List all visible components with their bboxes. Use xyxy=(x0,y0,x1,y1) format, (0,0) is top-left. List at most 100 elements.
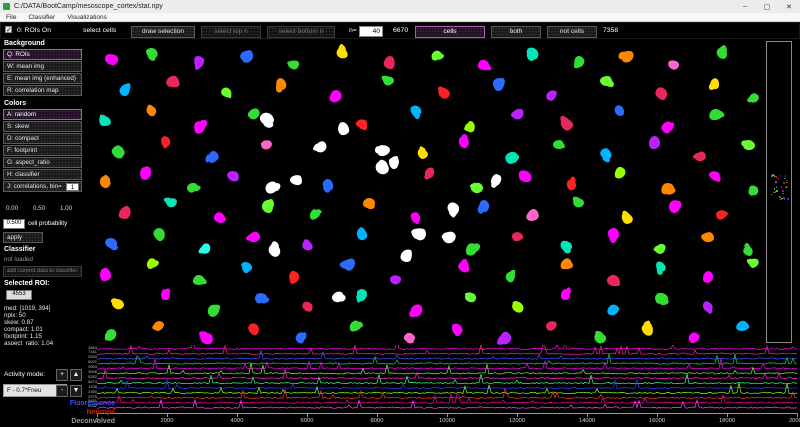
roi-blob[interactable] xyxy=(558,238,574,253)
roi-blob-selected[interactable] xyxy=(267,242,283,259)
roi-blob[interactable] xyxy=(503,149,520,166)
roi-blob[interactable] xyxy=(667,59,681,72)
roi-blob[interactable] xyxy=(239,48,256,65)
roi-blob[interactable] xyxy=(477,59,491,72)
sidebar-button-h-classifier[interactable]: H: classifier xyxy=(3,169,82,180)
roi-blob[interactable] xyxy=(693,150,707,164)
draw-selection-button[interactable]: draw selection xyxy=(131,26,195,38)
roi-blob[interactable] xyxy=(600,76,612,86)
roi-blob[interactable] xyxy=(246,321,261,336)
roi-blob[interactable] xyxy=(511,231,524,242)
select-top-button[interactable]: select top n xyxy=(201,26,261,38)
roi-blob[interactable] xyxy=(105,54,118,65)
roi-blob[interactable] xyxy=(288,60,300,71)
roi-blob[interactable] xyxy=(436,85,452,101)
roi-blob[interactable] xyxy=(654,260,667,274)
cell-probability-spinbox[interactable]: 0.500 xyxy=(3,219,25,229)
roi-blob[interactable] xyxy=(560,289,570,300)
roi-blob[interactable] xyxy=(598,146,614,162)
add-data-to-classifier-button[interactable]: add current data to classifier xyxy=(3,266,82,277)
trace-up-button[interactable]: ▲ xyxy=(70,369,82,381)
roi-blob[interactable] xyxy=(239,260,253,274)
roi-blob[interactable] xyxy=(261,139,273,149)
roi-blob[interactable] xyxy=(165,74,180,88)
roi-blob[interactable] xyxy=(492,78,504,92)
roi-blob[interactable] xyxy=(205,302,221,319)
roi-blob[interactable] xyxy=(262,200,273,213)
sidebar-button-g-aspect-ratio[interactable]: G: aspect_ratio xyxy=(3,157,82,168)
apply-button[interactable]: apply xyxy=(3,232,43,243)
roi-blob[interactable] xyxy=(144,45,160,61)
roi-blob[interactable] xyxy=(159,288,171,301)
roi-blob-selected[interactable] xyxy=(400,248,415,264)
roi-blob[interactable] xyxy=(505,270,517,283)
roi-blob[interactable] xyxy=(619,211,634,227)
roi-blob[interactable] xyxy=(193,120,207,135)
both-button[interactable]: both xyxy=(491,26,541,38)
roi-blob[interactable] xyxy=(517,168,534,184)
roi-blob[interactable] xyxy=(356,288,368,301)
roi-blob[interactable] xyxy=(295,331,307,344)
roi-blob[interactable] xyxy=(104,236,119,250)
roi-blob[interactable] xyxy=(715,46,729,61)
sidebar-button-e-mean-img-enhanced[interactable]: E: mean img (enhanced) xyxy=(3,73,82,84)
sidebar-button-j-correlations-bin[interactable]: J: correlations, bin=1 xyxy=(3,181,82,192)
close-button[interactable]: ✕ xyxy=(778,0,800,13)
roi-blob[interactable] xyxy=(389,274,402,285)
minimize-button[interactable]: – xyxy=(734,0,756,13)
select-bottom-button[interactable]: select bottom n xyxy=(267,26,335,38)
n-input[interactable] xyxy=(359,26,383,37)
roi-blob-selected[interactable] xyxy=(490,173,502,187)
roi-blob[interactable] xyxy=(748,92,761,105)
correlations-bin-spinbox[interactable]: 1 xyxy=(66,183,79,191)
roi-blob[interactable] xyxy=(606,273,622,288)
roi-blob[interactable] xyxy=(660,181,675,195)
roi-blob[interactable] xyxy=(356,227,369,241)
roi-blob[interactable] xyxy=(709,78,719,90)
roi-blob[interactable] xyxy=(383,55,397,70)
roi-blob[interactable] xyxy=(219,86,233,100)
zoom-in-button[interactable]: + xyxy=(56,369,68,381)
roi-blob[interactable] xyxy=(641,321,655,336)
roi-blob[interactable] xyxy=(348,318,363,332)
roi-blob-selected[interactable] xyxy=(338,122,350,136)
roi-blob[interactable] xyxy=(572,55,586,70)
roi-blob[interactable] xyxy=(735,320,749,332)
roi-blob[interactable] xyxy=(199,331,214,345)
roi-blob[interactable] xyxy=(98,115,111,127)
sidebar-button-a-random[interactable]: A: random xyxy=(3,109,82,120)
roi-blob[interactable] xyxy=(544,88,558,102)
roi-blob[interactable] xyxy=(653,85,670,102)
fluorescence-traces[interactable] xyxy=(97,345,798,412)
roi-blob[interactable] xyxy=(246,230,261,244)
menu-item-visualizations[interactable]: Visualizations xyxy=(61,14,113,21)
roi-blob[interactable] xyxy=(105,328,117,341)
sidebar-button-w-mean-img[interactable]: W: mean img xyxy=(3,61,82,72)
roi-blob[interactable] xyxy=(566,178,578,191)
roi-blob-selected[interactable] xyxy=(263,179,280,196)
roi-blob[interactable] xyxy=(409,104,423,119)
roi-blob[interactable] xyxy=(524,45,540,62)
roi-blob[interactable] xyxy=(144,257,158,271)
roi-blob[interactable] xyxy=(100,268,111,281)
sidebar-button-f-footprint[interactable]: F: footprint xyxy=(3,145,82,156)
roi-blob[interactable] xyxy=(341,257,358,274)
roi-blob[interactable] xyxy=(151,318,165,332)
roi-blob-selected[interactable] xyxy=(377,145,390,156)
roi-blob[interactable] xyxy=(470,181,485,195)
roi-blob[interactable] xyxy=(110,297,125,312)
roi-blob-selected[interactable] xyxy=(389,157,400,169)
roi-blob[interactable] xyxy=(409,302,426,319)
roi-blob[interactable] xyxy=(194,56,205,69)
sidebar-button-r-correlation-map[interactable]: R: correlation map xyxy=(3,85,82,96)
roi-blob[interactable] xyxy=(321,177,335,192)
roi-blob[interactable] xyxy=(193,274,206,285)
roi-blob[interactable] xyxy=(714,208,728,221)
roi-blob[interactable] xyxy=(613,104,625,117)
roi-blob-selected[interactable] xyxy=(258,110,276,128)
roi-blob[interactable] xyxy=(478,200,490,213)
roi-blob[interactable] xyxy=(497,330,513,345)
roi-blob[interactable] xyxy=(152,226,167,242)
roi-blob-selected[interactable] xyxy=(289,174,302,185)
roi-blob[interactable] xyxy=(619,49,635,64)
